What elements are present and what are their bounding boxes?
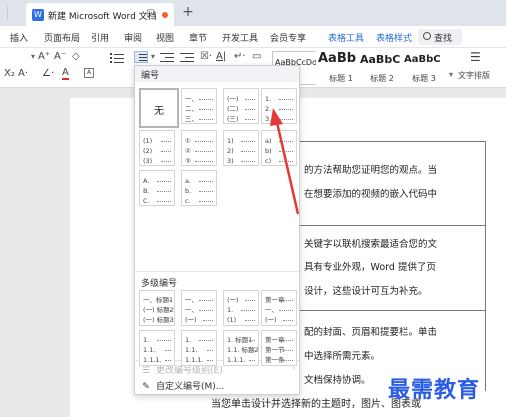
annotation-arrow-line: [274, 117, 300, 215]
annotation-arrow: [270, 108, 300, 215]
annotation-arrow-head: [270, 108, 283, 126]
